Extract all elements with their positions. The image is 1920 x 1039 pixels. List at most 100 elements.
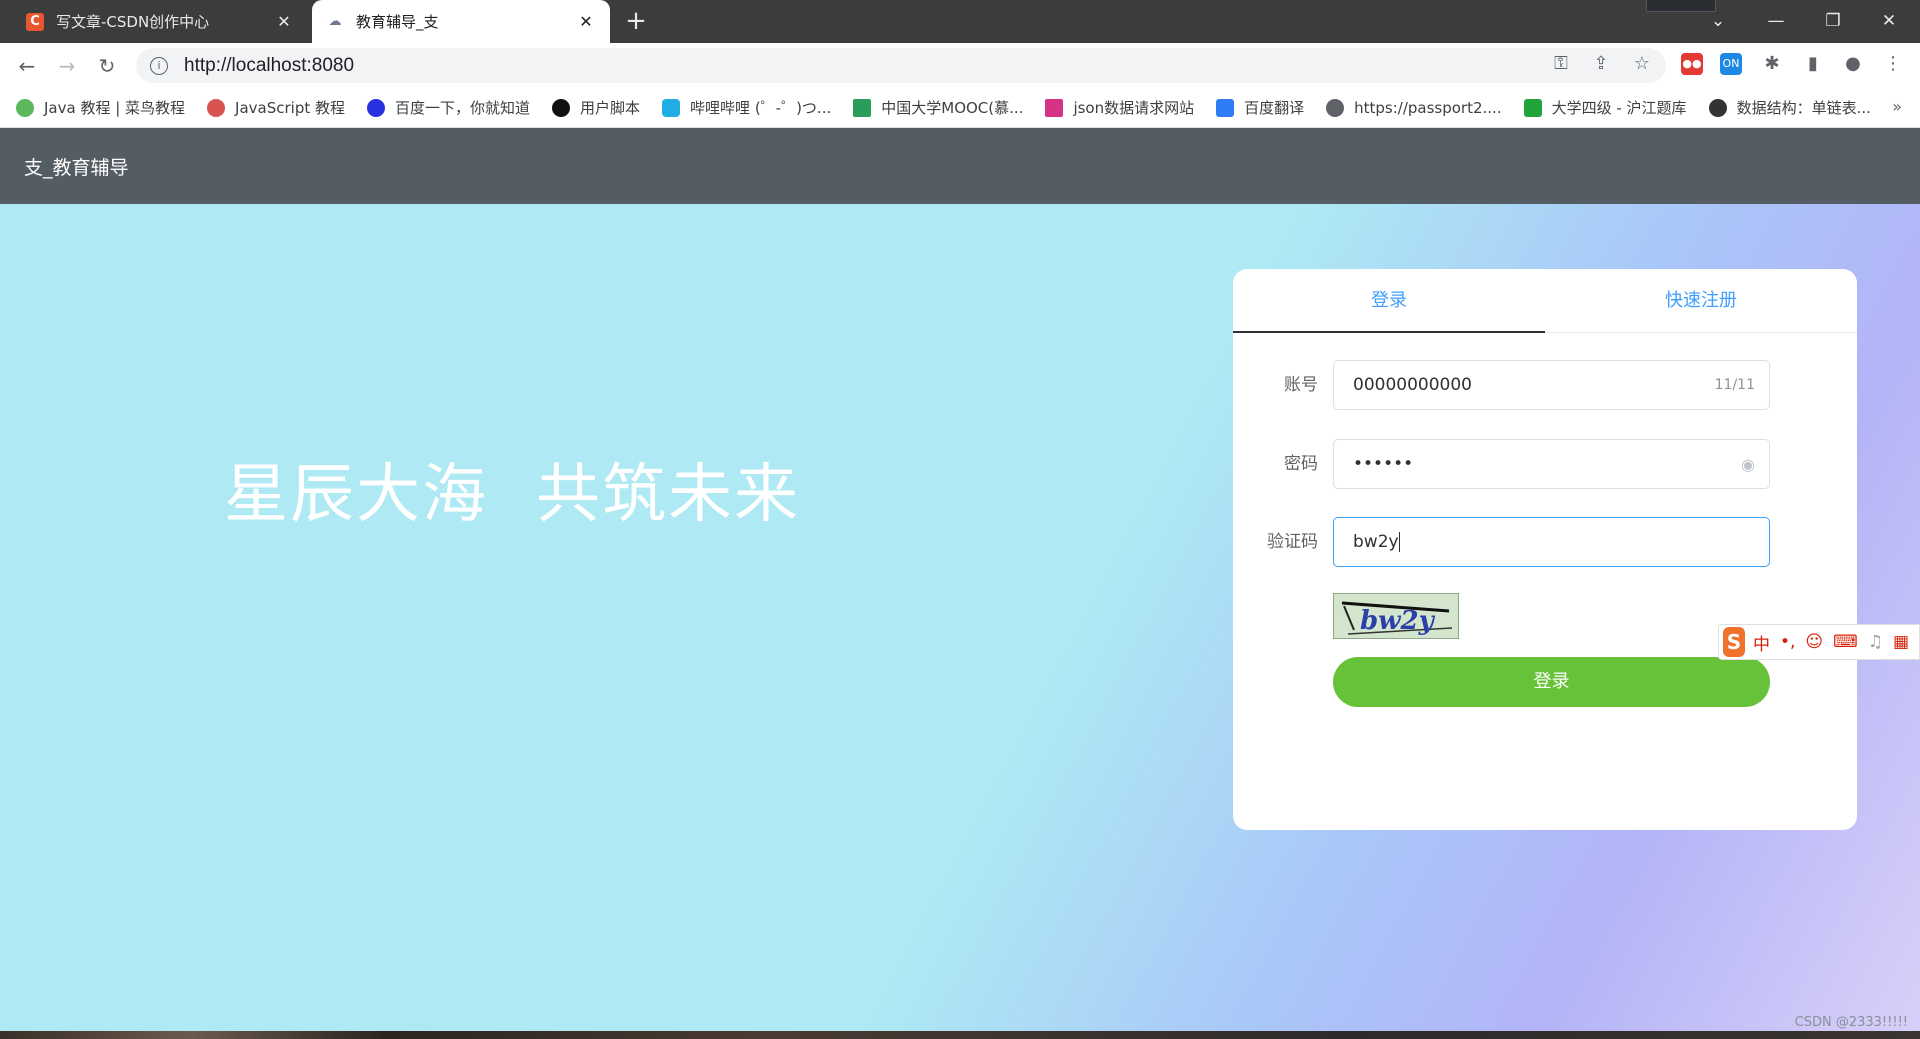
restore-icon[interactable]: ❐ bbox=[1816, 8, 1850, 34]
punctuation-icon[interactable]: •, bbox=[1780, 632, 1795, 652]
close-icon[interactable]: ✕ bbox=[576, 12, 596, 31]
captcha-text: bw2y bbox=[1353, 532, 1399, 552]
active-tab-indicator bbox=[1233, 331, 1545, 333]
account-label: 账号 bbox=[1284, 375, 1318, 395]
edu-icon: ☁ bbox=[328, 14, 342, 29]
bookmark-icon bbox=[16, 98, 34, 117]
bookmark-item[interactable]: https://passport2.... bbox=[1326, 98, 1502, 117]
bookmark-item[interactable]: 百度翻译 bbox=[1216, 97, 1304, 118]
avatar[interactable]: ● bbox=[1840, 51, 1866, 77]
reload-icon[interactable]: ↻ bbox=[92, 51, 122, 81]
info-icon[interactable]: i bbox=[150, 56, 168, 75]
bookmarks-more-button[interactable]: » bbox=[1892, 97, 1902, 116]
bookmark-item[interactable]: 用户脚本 bbox=[552, 97, 640, 118]
captcha-graphic: bw2y bbox=[1334, 594, 1458, 638]
login-button[interactable]: 登录 bbox=[1333, 657, 1770, 707]
bookmark-label: 百度翻译 bbox=[1244, 99, 1305, 117]
tab-csdn[interactable]: C 写文章-CSDN创作中心 ✕ bbox=[12, 0, 308, 43]
globe-icon bbox=[1326, 98, 1345, 117]
emoji-icon[interactable]: ☺ bbox=[1805, 632, 1823, 652]
share-icon[interactable]: ⇪ bbox=[1588, 51, 1614, 77]
bookmark-label: 百度一下，你就知道 bbox=[395, 99, 531, 117]
bookmark-label: JavaScript 教程 bbox=[235, 99, 346, 117]
bookmark-icon bbox=[1708, 98, 1727, 117]
captcha-code: bw2y bbox=[1360, 606, 1436, 636]
sogou-logo-icon[interactable]: S bbox=[1723, 627, 1745, 657]
bookmark-item[interactable]: 数据结构：单链表... bbox=[1708, 97, 1871, 118]
bookmark-item[interactable]: Java 教程 | 菜鸟教程 bbox=[16, 97, 185, 118]
site-title: 支_教育辅导 bbox=[24, 156, 129, 179]
keyboard-icon[interactable]: ⌨ bbox=[1833, 632, 1858, 652]
ime-mode[interactable]: 中 bbox=[1753, 630, 1770, 655]
slogan-left: 星辰大海 bbox=[224, 458, 488, 532]
bookmark-item[interactable]: json数据请求网站 bbox=[1045, 97, 1194, 118]
bookmark-icon bbox=[1045, 98, 1064, 117]
bookmark-icon bbox=[552, 98, 571, 117]
bookmark-icon bbox=[207, 98, 226, 117]
chevron-down-icon[interactable]: ⌄ bbox=[1701, 8, 1735, 34]
eye-icon[interactable]: ◉ bbox=[1741, 455, 1755, 474]
captcha-label: 验证码 bbox=[1267, 532, 1318, 552]
star-icon[interactable]: ☆ bbox=[1629, 51, 1655, 77]
slogan-right: 共筑未来 bbox=[536, 458, 800, 532]
bookmark-item[interactable]: 中国大学MOOC(慕... bbox=[853, 97, 1023, 118]
bookmark-item[interactable]: 哔哩哔哩 (゜-゜)つ... bbox=[662, 97, 831, 118]
bookmark-label: 中国大学MOOC(慕... bbox=[881, 99, 1024, 117]
bookmark-icon bbox=[1523, 98, 1542, 117]
side-panel-icon[interactable]: ▮ bbox=[1800, 51, 1826, 77]
tab-login[interactable]: 登录 bbox=[1233, 269, 1545, 333]
forward-icon[interactable]: → bbox=[52, 51, 82, 81]
captcha-input[interactable]: bw2y bbox=[1333, 517, 1770, 567]
tab-register[interactable]: 快速注册 bbox=[1545, 269, 1857, 333]
back-icon[interactable]: ← bbox=[12, 51, 42, 81]
bookmark-label: Java 教程 | 菜鸟教程 bbox=[44, 99, 186, 117]
text-caret bbox=[1398, 532, 1400, 552]
login-tabs: 登录 快速注册 bbox=[1233, 269, 1857, 333]
account-input[interactable]: 00000000000 11/11 bbox=[1333, 360, 1770, 410]
key-icon[interactable]: ⚿ bbox=[1548, 51, 1574, 77]
bookmark-icon bbox=[853, 98, 872, 117]
page-content: 支_教育辅导 星辰大海 共筑未来 登录 快速注册 账号 00000000000 1… bbox=[0, 128, 1920, 1031]
bookmark-label: 用户脚本 bbox=[580, 99, 641, 117]
browser-toolbar: ← → ↻ i http://localhost:8080 ⚿ ⇪ ☆ ●● O… bbox=[0, 43, 1920, 88]
bookmark-item[interactable]: 百度一下，你就知道 bbox=[367, 97, 530, 118]
address-bar[interactable]: i http://localhost:8080 bbox=[136, 48, 1666, 83]
window-close-icon[interactable]: ✕ bbox=[1872, 8, 1906, 34]
voice-icon[interactable]: ♫ bbox=[1868, 632, 1883, 652]
bookmark-label: 数据结构：单链表... bbox=[1736, 99, 1871, 117]
password-row: 密码 •••••• ◉ bbox=[1233, 439, 1857, 489]
toolbox-icon[interactable]: ▦ bbox=[1893, 632, 1909, 652]
extension-on-icon[interactable]: ON bbox=[1720, 53, 1742, 75]
bookmarks-bar: Java 教程 | 菜鸟教程 JavaScript 教程 百度一下，你就知道 用… bbox=[0, 88, 1920, 128]
csdn-icon: C bbox=[26, 12, 44, 31]
login-card: 登录 快速注册 账号 00000000000 11/11 密码 •••••• ◉… bbox=[1233, 269, 1857, 830]
puzzle-icon[interactable]: ✱ bbox=[1759, 51, 1785, 77]
taskbar-strip bbox=[0, 1031, 1920, 1039]
password-label: 密码 bbox=[1284, 454, 1318, 474]
browser-tab-strip: C 写文章-CSDN创作中心 ✕ ☁ 教育辅导_支 ✕ + ⌄ — ❐ ✕ bbox=[0, 0, 1920, 43]
watermark: CSDN @2333!!!!! bbox=[1794, 1015, 1908, 1030]
password-value: •••••• bbox=[1353, 454, 1414, 474]
bookmark-label: 大学四级 - 沪江题库 bbox=[1551, 99, 1687, 117]
captcha-value: bw2y bbox=[1353, 532, 1755, 552]
bookmark-label: 哔哩哔哩 (゜-゜)つ... bbox=[690, 99, 832, 117]
account-value: 00000000000 bbox=[1353, 375, 1472, 395]
extension-red-icon[interactable]: ●● bbox=[1681, 53, 1703, 75]
tab-edu[interactable]: ☁ 教育辅导_支 ✕ bbox=[312, 0, 610, 43]
site-header: 支_教育辅导 bbox=[0, 128, 1920, 204]
close-icon[interactable]: ✕ bbox=[274, 12, 294, 31]
char-count: 11/11 bbox=[1714, 377, 1755, 393]
minimize-icon[interactable]: — bbox=[1759, 8, 1793, 34]
menu-icon[interactable]: ⋮ bbox=[1880, 51, 1906, 77]
bookmark-item[interactable]: JavaScript 教程 bbox=[207, 97, 345, 118]
bookmark-label: json数据请求网站 bbox=[1073, 99, 1195, 117]
url-text: http://localhost:8080 bbox=[184, 54, 355, 76]
captcha-image[interactable]: bw2y bbox=[1333, 593, 1459, 639]
bookmark-item[interactable]: 大学四级 - 沪江题库 bbox=[1523, 97, 1687, 118]
bookmark-icon bbox=[1216, 98, 1235, 117]
password-input[interactable]: •••••• ◉ bbox=[1333, 439, 1770, 489]
bookmark-icon bbox=[367, 98, 386, 117]
tab-title: 写文章-CSDN创作中心 bbox=[56, 13, 210, 31]
new-tab-button[interactable]: + bbox=[622, 8, 650, 34]
slogan: 星辰大海 共筑未来 bbox=[224, 443, 800, 535]
